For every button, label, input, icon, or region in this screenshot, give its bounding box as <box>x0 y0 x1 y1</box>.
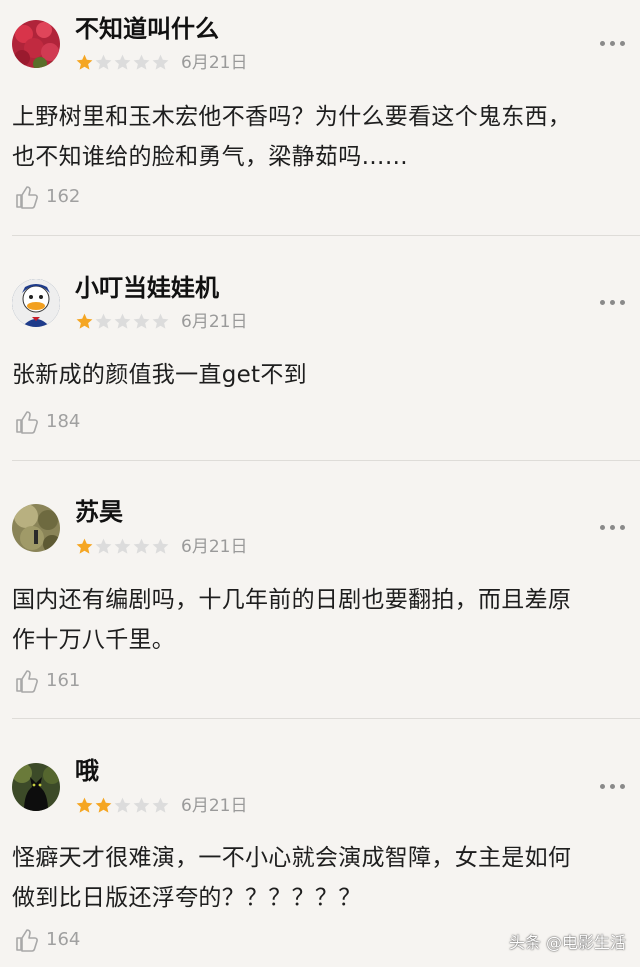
star-icon <box>133 797 150 813</box>
star-icon <box>152 313 169 329</box>
star-icon <box>133 313 150 329</box>
thumbs-up-icon <box>16 186 38 209</box>
username[interactable]: 哦 <box>75 756 99 786</box>
avatar[interactable] <box>12 504 60 552</box>
username[interactable]: 苏昊 <box>75 497 123 527</box>
star-icon <box>95 54 112 70</box>
star-icon <box>114 538 131 554</box>
star-icon <box>114 54 131 70</box>
star-icon <box>152 538 169 554</box>
more-dots-icon[interactable] <box>600 781 626 791</box>
avatar[interactable] <box>12 763 60 811</box>
star-icon <box>133 538 150 554</box>
comment-text-line: 国内还有编剧吗，十几年前的日剧也要翻拍，而且差原 <box>12 587 572 613</box>
like-count: 162 <box>46 186 81 207</box>
star-icon <box>76 54 93 70</box>
star-icon <box>114 313 131 329</box>
username[interactable]: 不知道叫什么 <box>75 14 219 44</box>
star-icon <box>76 797 93 813</box>
star-icon <box>76 538 93 554</box>
date: 6月21日 <box>181 312 248 332</box>
more-dots-icon[interactable] <box>600 297 626 307</box>
comment-text-line: 怪癖天才很难演，一不小心就会演成智障，女主是如何 <box>12 845 572 871</box>
date: 6月21日 <box>181 53 248 73</box>
more-dots-icon[interactable] <box>600 522 626 532</box>
date: 6月21日 <box>181 796 248 816</box>
divider <box>12 235 640 236</box>
divider <box>12 460 640 461</box>
rating-stars <box>75 796 170 816</box>
rating-stars <box>75 53 170 73</box>
star-icon <box>76 313 93 329</box>
comment-text: 张新成的颜值我一直get不到 <box>12 355 628 395</box>
avatar[interactable] <box>12 20 60 68</box>
thumbs-up-icon <box>16 411 38 434</box>
star-icon <box>95 538 112 554</box>
comment-text: 怪癖天才很难演，一不小心就会演成智障，女主是如何 做到比日版还浮夸的？？？？？？ <box>12 838 628 918</box>
comment-text-line: 也不知谁给的脸和勇气，梁静茹吗…… <box>12 144 409 170</box>
like-count: 184 <box>46 411 81 432</box>
like-count: 161 <box>46 670 81 691</box>
star-icon <box>114 797 131 813</box>
divider <box>12 718 640 719</box>
comment-text: 国内还有编剧吗，十几年前的日剧也要翻拍，而且差原 作十万八千里。 <box>12 580 628 660</box>
star-icon <box>95 797 112 813</box>
comment-text-line: 作十万八千里。 <box>12 627 176 653</box>
like-count: 164 <box>46 929 81 950</box>
thumbs-up-icon <box>16 929 38 952</box>
comment-text-line: 张新成的颜值我一直get不到 <box>12 362 307 388</box>
username[interactable]: 小叮当娃娃机 <box>75 273 219 303</box>
comment-text-line: 上野树里和玉木宏他不香吗？为什么要看这个鬼东西， <box>12 104 572 130</box>
avatar[interactable] <box>12 279 60 327</box>
comment-text: 上野树里和玉木宏他不香吗？为什么要看这个鬼东西， 也不知谁给的脸和勇气，梁静茹吗… <box>12 97 628 177</box>
thumbs-up-icon <box>16 670 38 693</box>
rating-stars <box>75 537 170 557</box>
star-icon <box>152 797 169 813</box>
date: 6月21日 <box>181 537 248 557</box>
watermark: 头条 @电影生活 <box>508 933 626 952</box>
star-icon <box>95 313 112 329</box>
more-dots-icon[interactable] <box>600 38 626 48</box>
rating-stars <box>75 312 170 332</box>
star-icon <box>133 54 150 70</box>
comment-text-line: 做到比日版还浮夸的？？？？？？ <box>12 885 362 911</box>
star-icon <box>152 54 169 70</box>
